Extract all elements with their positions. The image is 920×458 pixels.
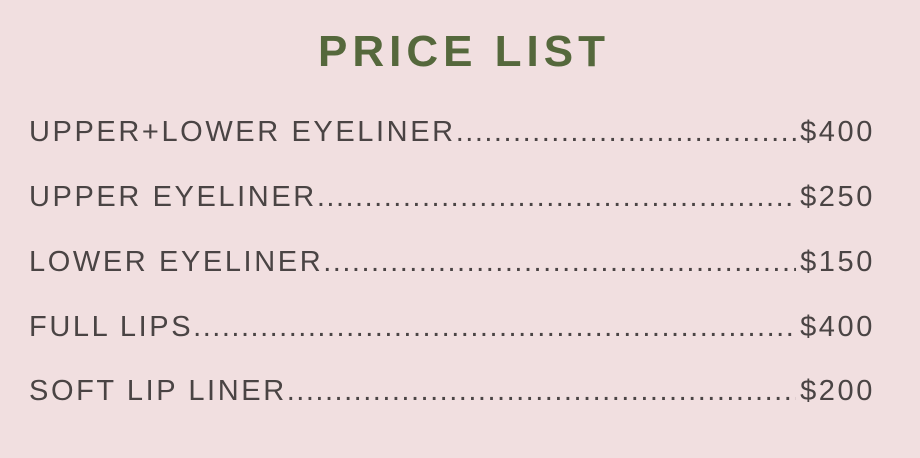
price-row-soft-lip-liner: SOFT LIP LINER .........................… — [29, 369, 875, 413]
service-price: $150 — [800, 246, 875, 278]
service-name: SOFT LIP LINER — [29, 375, 287, 407]
service-price: $250 — [800, 181, 875, 213]
service-name: UPPER+LOWER EYELINER — [29, 116, 456, 148]
dot-leader: ........................................… — [193, 311, 796, 343]
service-name: FULL LIPS — [29, 311, 194, 343]
price-row-lower-eyeliner: LOWER EYELINER .........................… — [29, 240, 875, 284]
service-name: LOWER EYELINER — [29, 246, 324, 278]
service-price: $400 — [800, 311, 875, 343]
price-row-upper-eyeliner: UPPER EYELINER .........................… — [29, 175, 875, 219]
dot-leader: ........................................… — [455, 116, 796, 148]
service-name: UPPER EYELINER — [29, 181, 317, 213]
service-price: $200 — [800, 375, 875, 407]
dot-leader: ........................................… — [323, 246, 796, 278]
price-list-title: PRICE LIST — [317, 27, 611, 76]
price-row-full-lips: FULL LIPS ..............................… — [29, 305, 875, 349]
price-row-upper-lower-eyeliner: UPPER+LOWER EYELINER ...................… — [29, 110, 875, 154]
service-price: $400 — [800, 116, 875, 148]
dot-leader: ........................................… — [286, 375, 796, 407]
dot-leader: ........................................… — [316, 181, 796, 213]
